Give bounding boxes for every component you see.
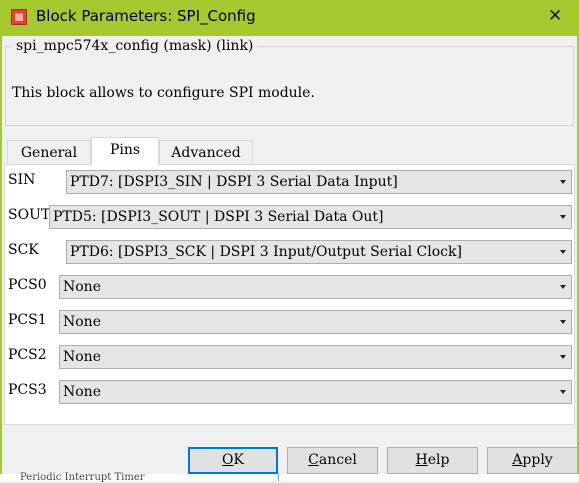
help-button-label: elp	[427, 452, 450, 468]
pin-label-pcs1: PCS1	[8, 312, 47, 328]
mask-group-title: spi_mpc574x_config (mask) (link)	[12, 38, 258, 54]
apply-button-mnemonic: A	[512, 452, 523, 468]
ok-button-mnemonic: O	[222, 452, 234, 468]
apply-button-label: pply	[522, 452, 553, 468]
window-title: Block Parameters: SPI_Config	[36, 7, 256, 25]
sck-select-value: PTD6: [DSPI3_SCK | DSPI 3 Input/Output S…	[70, 244, 462, 260]
simulink-block-icon	[11, 9, 27, 25]
pin-label-pcs2: PCS2	[8, 347, 47, 363]
pin-label-sck: SCK	[8, 242, 39, 258]
chevron-down-icon	[560, 215, 566, 219]
tab-advanced[interactable]: Advanced	[159, 140, 253, 164]
cancel-button-label: ancel	[318, 452, 357, 468]
title-bar[interactable]: Block Parameters: SPI_Config ✕	[0, 0, 579, 36]
pcs1-select-value: None	[63, 314, 101, 330]
background-divider	[278, 474, 279, 481]
ok-button-label: K	[233, 452, 244, 468]
pcs0-select[interactable]: None	[59, 275, 572, 299]
help-button-mnemonic: H	[415, 452, 428, 468]
pcs0-select-value: None	[63, 279, 101, 295]
chevron-down-icon	[560, 390, 566, 394]
pcs3-select-value: None	[63, 384, 101, 400]
close-button[interactable]: ✕	[548, 6, 562, 26]
sout-select[interactable]: PTD5: [DSPI3_SOUT | DSPI 3 Serial Data O…	[49, 205, 572, 229]
window-frame-left	[0, 36, 2, 481]
pin-label-pcs3: PCS3	[8, 382, 47, 398]
apply-button[interactable]: Apply	[487, 447, 578, 474]
chevron-down-icon	[560, 180, 566, 184]
sout-select-value: PTD5: [DSPI3_SOUT | DSPI 3 Serial Data O…	[53, 209, 384, 225]
background-text: Periodic Interrupt Timer	[20, 472, 145, 483]
tab-pins[interactable]: Pins	[91, 137, 159, 165]
chevron-down-icon	[560, 285, 566, 289]
pcs2-select[interactable]: None	[59, 345, 572, 369]
chevron-down-icon	[560, 320, 566, 324]
chevron-down-icon	[560, 355, 566, 359]
mask-description: This block allows to configure SPI modul…	[12, 85, 315, 101]
sin-select-value: PTD7: [DSPI3_SIN | DSPI 3 Serial Data In…	[70, 174, 398, 190]
chevron-down-icon	[560, 250, 566, 254]
pcs3-select[interactable]: None	[59, 380, 572, 404]
pin-label-sout: SOUT	[8, 207, 51, 223]
pcs1-select[interactable]: None	[59, 310, 572, 334]
sin-select[interactable]: PTD7: [DSPI3_SIN | DSPI 3 Serial Data In…	[66, 170, 572, 194]
help-button[interactable]: Help	[387, 447, 478, 474]
pcs2-select-value: None	[63, 349, 101, 365]
cancel-button-mnemonic: C	[308, 452, 319, 468]
sck-select[interactable]: PTD6: [DSPI3_SCK | DSPI 3 Input/Output S…	[66, 240, 572, 264]
pin-label-pcs0: PCS0	[8, 277, 47, 293]
pin-label-sin: SIN	[8, 172, 36, 188]
tab-general[interactable]: General	[7, 140, 91, 164]
cancel-button[interactable]: Cancel	[287, 447, 378, 474]
ok-button[interactable]: OK	[188, 447, 278, 474]
